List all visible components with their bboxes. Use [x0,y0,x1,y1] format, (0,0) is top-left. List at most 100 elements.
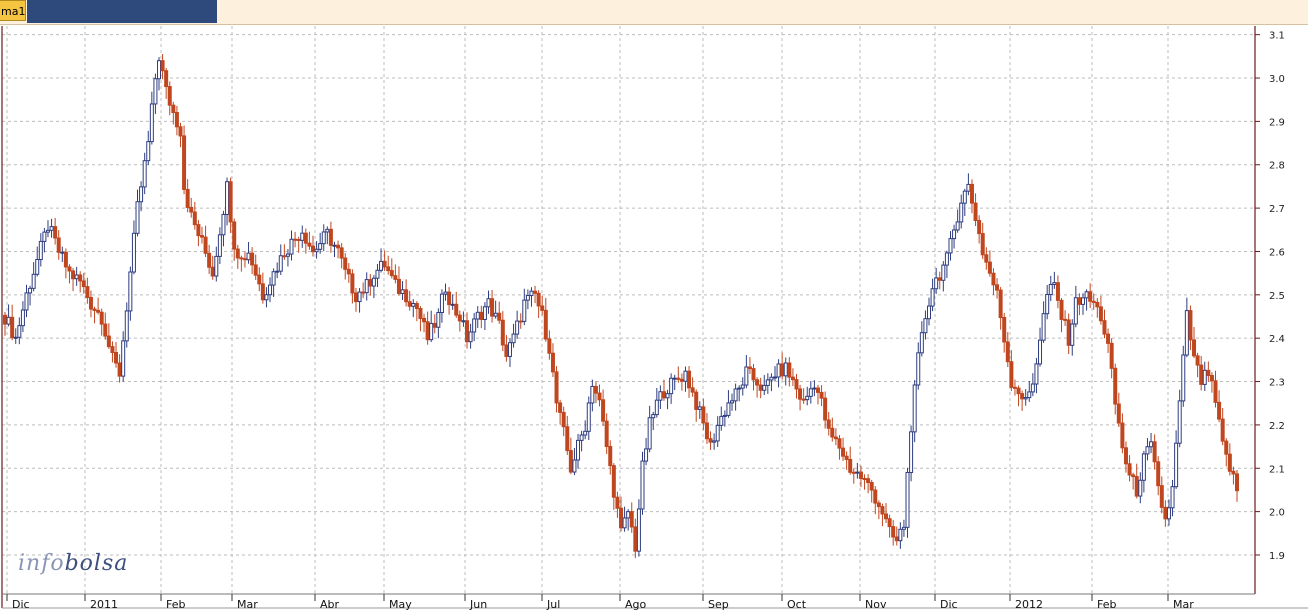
candle-body [318,243,323,250]
candle-body [239,257,244,260]
candle-body [268,284,273,296]
candle-body [590,385,595,404]
candle-body [500,319,505,346]
candle-body [601,399,606,422]
candle-body [722,414,727,417]
candle-body [81,280,86,288]
candle-body [282,255,287,258]
x-tick-label: 2012 [1015,598,1043,611]
candle-body [182,135,187,190]
candle-body [554,371,559,404]
candle-body [819,391,824,399]
candle-body [472,318,477,333]
candle-body [912,384,917,433]
candle-body [1038,339,1043,365]
candle-body [1116,403,1121,424]
candle-body [984,254,989,263]
candle-body [558,402,563,413]
candle-body [139,186,144,203]
candle-body [20,309,25,327]
candle-body [436,312,441,328]
candle-body [1020,393,1025,400]
candle-body [901,526,906,530]
candle-body [529,290,534,297]
candle-body [701,406,706,424]
candle-body [1102,320,1107,335]
candle-body [296,238,301,241]
candle-body [1088,291,1093,302]
candle-body [386,266,391,272]
candle-body [583,430,588,436]
candle-body [418,307,423,319]
candle-body [461,320,466,323]
candle-body [432,322,437,328]
candle-body [178,126,183,137]
candle-body [289,238,294,255]
candle-body [773,376,777,379]
candle-body [507,342,512,357]
candle-body [1095,301,1100,308]
candle-body [260,283,265,301]
candle-body [1009,361,1014,388]
candle-body [1181,354,1186,402]
candle-body [633,526,638,552]
candle-body [422,317,427,323]
x-tick-label: Dic [12,598,30,611]
candle-body [53,226,58,239]
candle-body [1063,318,1068,321]
candle-body [24,292,29,311]
candle-body [1002,317,1007,343]
candle-body [608,446,613,467]
candle-body [217,234,222,257]
candle-body [511,333,516,344]
candle-body [153,78,158,105]
candle-body [1177,400,1182,444]
candle-body [106,335,111,348]
candle-body [35,259,40,275]
candle-body [1045,294,1050,315]
candle-body [1206,369,1211,377]
candle-body [1081,297,1085,305]
candle-body [1073,297,1078,325]
candle-body [171,104,176,114]
candle-body [969,183,974,204]
candle-body [311,245,315,253]
candle-body [28,287,33,294]
candle-body [619,507,623,529]
x-tick-label: 2011 [90,598,118,611]
candle-body [1120,422,1125,449]
candle-body [1192,339,1197,357]
candle-body [626,511,631,519]
chart-tab[interactable]: ma1 [0,0,26,21]
candle-body [694,391,699,410]
candle-body [962,190,967,204]
candle-body [998,289,1003,319]
candle-body [704,422,709,440]
candle-body [160,60,165,72]
candle-body [640,460,645,510]
candle-body [389,270,394,277]
y-tick-label: 1.9 [1269,551,1285,562]
candle-body [307,242,312,247]
candle-body [56,237,61,253]
x-tick-label: Oct [787,598,807,611]
candle-body [855,471,860,474]
candle-body [565,426,570,452]
candle-body [67,266,72,272]
watermark-part1: info [18,551,65,576]
candle-body [1084,291,1089,299]
candle-body [346,268,351,275]
candle-body [443,291,448,295]
candle-body [199,235,204,238]
candle-body [955,221,960,231]
candle-body [465,320,469,343]
candle-body [486,298,491,308]
candle-body [1070,323,1075,346]
y-tick-label: 2.4 [1269,334,1285,345]
candle-body [1109,342,1114,369]
candle-body [1127,463,1132,476]
candle-body [916,352,921,386]
candle-body [654,399,659,416]
candle-body [257,274,262,285]
candle-body [1052,282,1057,285]
